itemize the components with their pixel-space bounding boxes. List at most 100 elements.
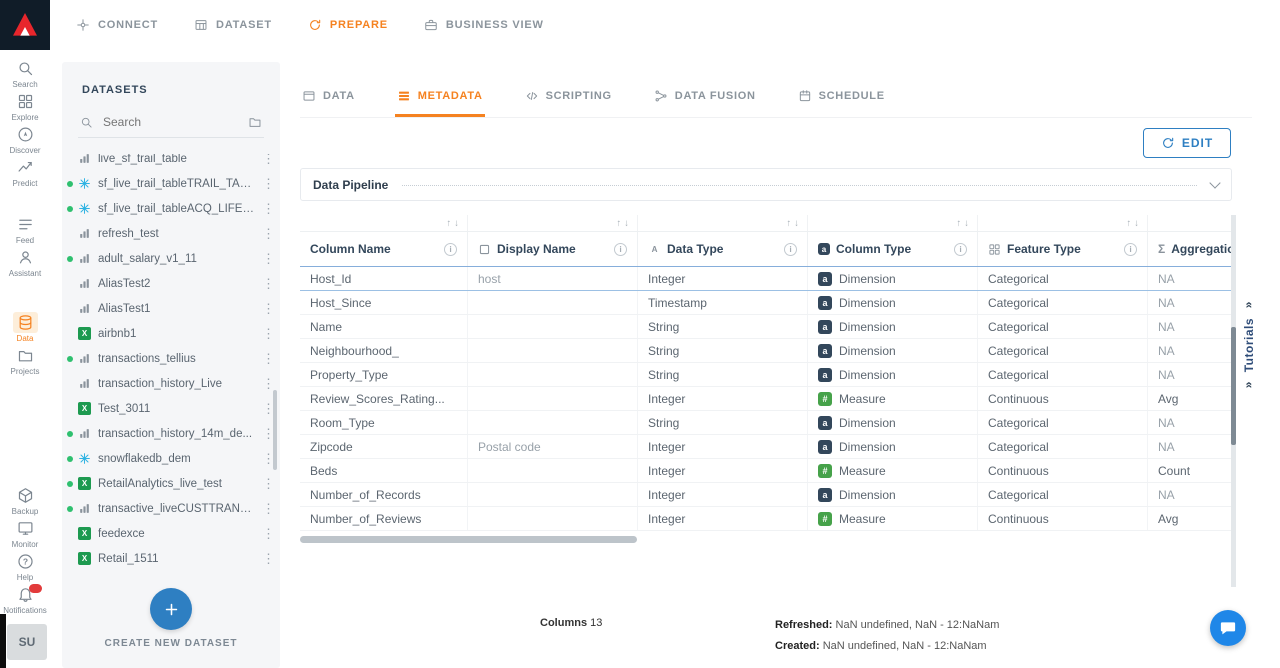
kebab-menu-icon[interactable] (262, 526, 272, 542)
kebab-menu-icon[interactable] (262, 476, 272, 492)
kebab-menu-icon[interactable] (262, 551, 272, 567)
cell-aggregation[interactable]: NA (1148, 339, 1232, 362)
dataset-item[interactable]: sf_live_trail_tableACQ_LIFEC... (62, 196, 280, 221)
dataset-item[interactable]: RetailAnalytics_live_test (62, 471, 280, 496)
cell-feature-type[interactable]: Continuous (978, 387, 1148, 410)
kebab-menu-icon[interactable] (262, 201, 272, 217)
cell-aggregation[interactable]: NA (1148, 363, 1232, 386)
kebab-menu-icon[interactable] (262, 376, 272, 392)
rail-item-assistant[interactable]: Assistant (0, 246, 50, 279)
sort-control[interactable]: ↑↓ (638, 215, 808, 231)
cell-aggregation[interactable]: NA (1148, 315, 1232, 338)
kebab-menu-icon[interactable] (262, 451, 272, 467)
cell-feature-type[interactable]: Continuous (978, 507, 1148, 530)
cell-feature-type[interactable]: Categorical (978, 315, 1148, 338)
cell-feature-type[interactable]: Categorical (978, 411, 1148, 434)
cell-data-type[interactable]: Integer (638, 459, 808, 482)
kebab-menu-icon[interactable] (262, 176, 272, 192)
info-icon[interactable] (614, 243, 627, 256)
cell-feature-type[interactable]: Continuous (978, 459, 1148, 482)
cell-display-name[interactable]: host (468, 267, 638, 290)
edit-button[interactable]: EDIT (1143, 128, 1231, 158)
rail-item-monitor[interactable]: Monitor (0, 517, 50, 550)
folder-icon[interactable] (248, 115, 262, 129)
table-vertical-scrollbar[interactable] (1231, 215, 1236, 587)
data-pipeline-toggle[interactable]: Data Pipeline (300, 168, 1232, 201)
cell-data-type[interactable]: String (638, 339, 808, 362)
kebab-menu-icon[interactable] (262, 251, 272, 267)
sort-control[interactable]: ↑↓ (300, 215, 468, 231)
kebab-menu-icon[interactable] (262, 401, 272, 417)
tab-scripting[interactable]: SCRIPTING (523, 78, 614, 117)
tab-schedule[interactable]: SCHEDULE (796, 78, 887, 117)
cell-column-type[interactable]: Dimension (808, 363, 978, 386)
sort-control[interactable] (1148, 215, 1232, 231)
rail-item-help[interactable]: Help (0, 550, 50, 583)
cell-column-type[interactable]: Measure (808, 387, 978, 410)
dataset-item[interactable]: Test_3011 (62, 396, 280, 421)
cell-display-name[interactable] (468, 291, 638, 314)
cell-column-type[interactable]: Dimension (808, 411, 978, 434)
header-display-name[interactable]: Display Name (468, 232, 638, 266)
tab-data-fusion[interactable]: DATA FUSION (652, 78, 758, 117)
nav-item-prepare[interactable]: PREPARE (308, 18, 388, 32)
header-aggregation[interactable]: Σ Aggregatio (1148, 232, 1232, 266)
cell-column-type[interactable]: Dimension (808, 315, 978, 338)
cell-aggregation[interactable]: NA (1148, 267, 1232, 290)
cell-display-name[interactable] (468, 315, 638, 338)
cell-feature-type[interactable]: Categorical (978, 291, 1148, 314)
sidebar-scrollbar[interactable] (273, 390, 277, 470)
info-icon[interactable] (784, 243, 797, 256)
cell-data-type[interactable]: Integer (638, 387, 808, 410)
table-row[interactable]: Review_Scores_Rating... Integer Measure … (300, 387, 1232, 411)
rail-item-predict[interactable]: Predict (0, 156, 50, 189)
cell-data-type[interactable]: String (638, 315, 808, 338)
cell-column-type[interactable]: Dimension (808, 267, 978, 290)
dataset-item[interactable]: Retail_1511 (62, 546, 280, 571)
chat-launcher[interactable] (1210, 610, 1246, 646)
cell-column-type[interactable]: Dimension (808, 339, 978, 362)
cell-column-type[interactable]: Dimension (808, 435, 978, 458)
dataset-item[interactable]: adult_salary_v1_11 (62, 246, 280, 271)
create-new-dataset-button[interactable] (150, 588, 192, 630)
dataset-item[interactable]: snowflakedb_dem (62, 446, 280, 471)
cell-column-type[interactable]: Measure (808, 507, 978, 530)
table-row[interactable]: Host_Id host Integer Dimension Categoric… (300, 267, 1232, 291)
dataset-item[interactable]: transactions_tellius (62, 346, 280, 371)
dataset-item[interactable]: AliasTest1 (62, 296, 280, 321)
cell-display-name[interactable] (468, 363, 638, 386)
rail-item-notifications[interactable]: Notifications (0, 583, 50, 616)
header-feature-type[interactable]: Feature Type (978, 232, 1148, 266)
nav-item-dataset[interactable]: DATASET (194, 18, 272, 32)
table-row[interactable]: Room_Type String Dimension Categorical N… (300, 411, 1232, 435)
table-row[interactable]: Property_Type String Dimension Categoric… (300, 363, 1232, 387)
cell-display-name[interactable] (468, 507, 638, 530)
rail-item-search[interactable]: Search (0, 57, 50, 90)
rail-item-data[interactable]: Data (0, 311, 50, 344)
table-row[interactable]: Host_Since Timestamp Dimension Categoric… (300, 291, 1232, 315)
cell-aggregation[interactable]: Count (1148, 459, 1232, 482)
dataset-item[interactable]: airbnb1 (62, 321, 280, 346)
cell-column-type[interactable]: Measure (808, 459, 978, 482)
tab-data[interactable]: DATA (300, 78, 357, 117)
kebab-menu-icon[interactable] (262, 426, 272, 442)
cell-display-name[interactable] (468, 339, 638, 362)
cell-aggregation[interactable]: NA (1148, 291, 1232, 314)
cell-feature-type[interactable]: Categorical (978, 435, 1148, 458)
cell-display-name[interactable]: Postal code (468, 435, 638, 458)
cell-data-type[interactable]: Integer (638, 507, 808, 530)
table-row[interactable]: Name String Dimension Categorical NA (300, 315, 1232, 339)
header-column-name[interactable]: Column Name (300, 232, 468, 266)
kebab-menu-icon[interactable] (262, 226, 272, 242)
cell-data-type[interactable]: Integer (638, 435, 808, 458)
cell-data-type[interactable]: String (638, 363, 808, 386)
table-horizontal-scrollbar[interactable] (300, 536, 637, 543)
dataset-item[interactable]: feedexce (62, 521, 280, 546)
nav-item-connect[interactable]: CONNECT (76, 18, 158, 32)
user-avatar[interactable]: SU (7, 624, 47, 660)
cell-column-type[interactable]: Dimension (808, 483, 978, 506)
cell-data-type[interactable]: Timestamp (638, 291, 808, 314)
cell-data-type[interactable]: String (638, 411, 808, 434)
cell-column-type[interactable]: Dimension (808, 291, 978, 314)
kebab-menu-icon[interactable] (262, 276, 272, 292)
